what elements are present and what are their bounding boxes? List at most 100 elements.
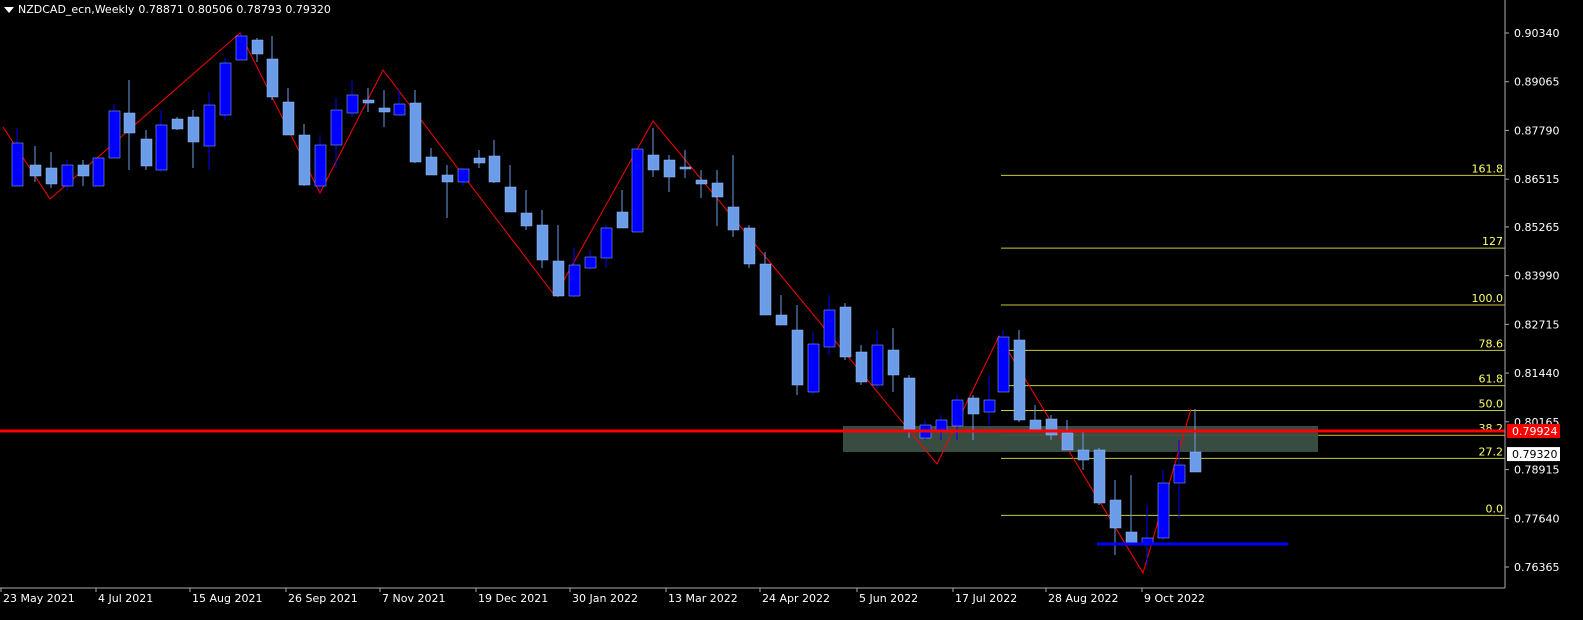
menu-triangle-icon[interactable]	[4, 6, 14, 13]
candle-body	[775, 314, 788, 326]
candle-body	[266, 58, 279, 98]
candle-body	[983, 399, 996, 413]
price-label: 0.78915	[1514, 464, 1560, 477]
price-label: 0.77640	[1514, 512, 1560, 525]
candle-body	[488, 155, 501, 183]
candle-body	[759, 263, 772, 316]
candle-body	[616, 211, 629, 229]
candle-body	[457, 168, 470, 183]
candle-body	[823, 309, 836, 348]
candle-body	[727, 206, 740, 231]
candle-body	[839, 306, 852, 358]
candle-body	[61, 164, 74, 187]
chart-header: NZDCAD_ecn,Weekly 0.78871 0.80506 0.7879…	[4, 3, 331, 16]
candle-body	[187, 116, 200, 143]
candle-body	[362, 99, 375, 104]
price-label: 0.83990	[1514, 270, 1560, 283]
candle-body	[29, 164, 42, 177]
candle-body	[108, 110, 121, 159]
candle-body	[568, 264, 581, 297]
candle-body	[631, 148, 644, 233]
candle-body	[871, 344, 884, 386]
candle-body	[1045, 418, 1058, 436]
symbol-label: NZDCAD_ecn,Weekly	[18, 3, 135, 16]
fib-label: 61.8	[1479, 373, 1504, 386]
time-label: 15 Aug 2021	[192, 592, 262, 605]
candle-body	[647, 154, 660, 171]
candle-body	[1077, 449, 1090, 461]
fib-label: 100.0	[1472, 292, 1504, 305]
candle-body	[600, 227, 613, 259]
candle-body	[314, 144, 327, 187]
candle-body	[711, 182, 724, 198]
candle-body	[441, 174, 454, 183]
candle-body	[997, 336, 1010, 393]
fib-label: 78.6	[1479, 337, 1504, 350]
chart-svg[interactable]: 161.8 127 100.0 78.6 61.8 50.0 38.2 27.2 0.0 0.9…	[0, 0, 1583, 616]
candle-body	[967, 397, 980, 415]
price-label: 0.89065	[1514, 76, 1560, 89]
time-label: 28 Aug 2022	[1048, 592, 1118, 605]
candle-body	[903, 377, 916, 432]
time-label: 7 Nov 2021	[382, 592, 445, 605]
candle-body	[282, 101, 295, 136]
candle-body	[298, 134, 311, 186]
candle-body	[171, 118, 184, 130]
candle-body	[92, 157, 105, 187]
candle-body	[1157, 482, 1170, 539]
time-label: 5 Jun 2022	[859, 592, 918, 605]
candle-body	[123, 112, 136, 134]
price-label: 0.85265	[1514, 221, 1560, 234]
candle-body	[393, 103, 406, 116]
candle-body	[203, 104, 216, 147]
candle-body	[1013, 339, 1026, 421]
price-label: 0.86515	[1514, 173, 1560, 186]
candle-body	[1189, 451, 1202, 473]
candle-body	[679, 166, 692, 170]
fib-label: 161.8	[1472, 162, 1504, 175]
fib-label: 127	[1482, 235, 1503, 248]
time-label: 24 Apr 2022	[762, 592, 830, 605]
price-label: 0.76365	[1514, 561, 1560, 574]
time-label: 26 Sep 2021	[288, 592, 358, 605]
candle-body	[520, 212, 533, 227]
ohlc-values: 0.78871 0.80506 0.78793 0.79320	[138, 3, 331, 16]
candle-body	[743, 227, 756, 265]
price-label: 0.81440	[1514, 367, 1560, 380]
candle-body	[473, 157, 486, 164]
candle-body	[219, 62, 232, 116]
candle-body	[346, 94, 359, 114]
candle-body	[663, 159, 676, 178]
candle-body	[1029, 419, 1042, 431]
candle-body	[235, 35, 248, 61]
price-tag-label: 0.79924	[1512, 425, 1558, 438]
time-label: 30 Jan 2022	[572, 592, 638, 605]
candle-body	[45, 167, 58, 185]
price-label: 0.87790	[1514, 124, 1560, 137]
candle-body	[504, 186, 517, 213]
candle-body	[77, 164, 90, 177]
fib-label: 27.2	[1479, 445, 1504, 458]
chart-background	[0, 0, 1583, 616]
candle-body	[855, 351, 868, 383]
price-label: 0.82715	[1514, 318, 1560, 331]
time-label: 23 May 2021	[3, 592, 75, 605]
candle-body	[807, 343, 820, 393]
candle-body	[1173, 464, 1186, 484]
candle-body	[11, 142, 24, 187]
time-label: 19 Dec 2021	[478, 592, 548, 605]
candle-body	[536, 224, 549, 261]
candle-body	[1093, 449, 1106, 504]
price-tag-label: 0.79320	[1512, 448, 1558, 461]
fib-label: 0.0	[1486, 502, 1504, 515]
time-label: 13 Mar 2022	[668, 592, 738, 605]
time-label: 9 Oct 2022	[1144, 592, 1205, 605]
candle-body	[951, 399, 964, 427]
candle-body	[791, 329, 804, 386]
chart-area[interactable]: 161.8 127 100.0 78.6 61.8 50.0 38.2 27.2 0.0 0.9…	[0, 0, 1583, 616]
candle-body	[409, 102, 422, 163]
time-label: 4 Jul 2021	[98, 592, 153, 605]
candle-body	[330, 109, 343, 146]
candle-body	[155, 124, 168, 171]
candle-body	[584, 256, 597, 269]
